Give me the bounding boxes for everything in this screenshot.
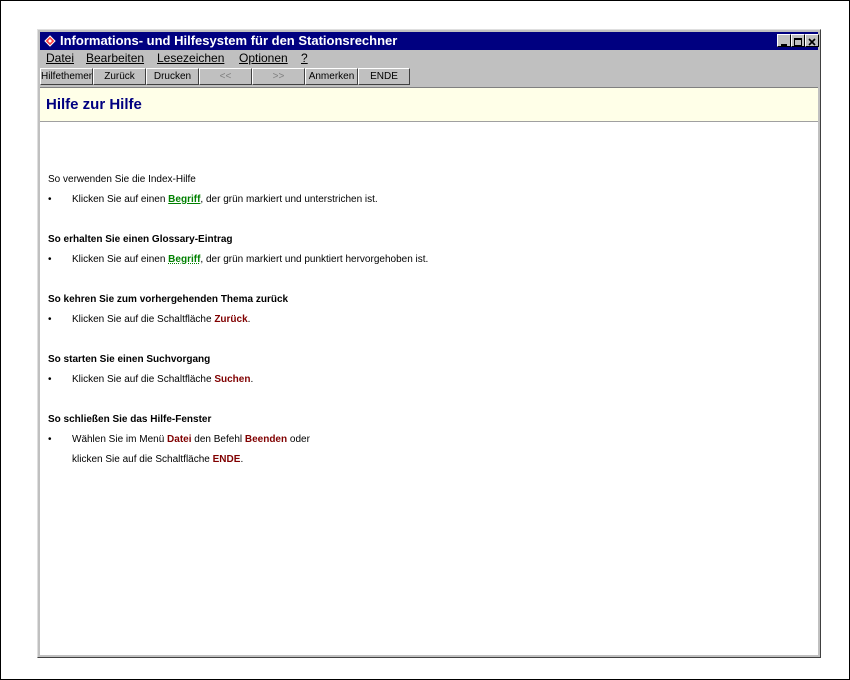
maximize-icon — [794, 38, 802, 46]
instruction-line: Klicken Sie auf die Schaltfläche Zurück. — [72, 314, 250, 325]
text: Klicken Sie auf einen — [72, 194, 169, 205]
keyword: Zurück — [214, 314, 248, 325]
text: . — [240, 454, 244, 465]
minimize-icon — [781, 44, 787, 46]
menu-help-label: ? — [301, 51, 308, 65]
text: Klicken Sie auf die Schaltfläche — [72, 314, 215, 325]
section-title-close: So schließen Sie das Hilfe-Fenster — [48, 414, 212, 425]
text: Klicken Sie auf einen — [72, 254, 169, 265]
annotate-button[interactable]: Anmerken — [305, 68, 358, 85]
menu-optionen-label: Optionen — [239, 51, 288, 65]
text: , der grün markiert und punktiert hervor… — [200, 254, 429, 265]
exit-button[interactable]: ENDE — [358, 68, 410, 85]
instruction-line: Klicken Sie auf einen Begriff, der grün … — [72, 194, 378, 205]
keyword: Beenden — [244, 434, 288, 445]
section-title-glossary: So erhalten Sie einen Glossary-Eintrag — [48, 234, 233, 245]
text: Klicken Sie auf die Schaltfläche — [72, 374, 215, 385]
keyword: Suchen — [214, 374, 251, 385]
print-button[interactable]: Drucken — [146, 68, 199, 85]
help-app-icon — [44, 35, 56, 47]
section-title-search: So starten Sie einen Suchvorgang — [48, 354, 211, 365]
title-bar[interactable]: Informations- und Hilfesystem für den St… — [40, 32, 819, 50]
next-button[interactable]: >> — [252, 68, 305, 85]
text: klicken Sie auf die Schaltfläche — [72, 454, 213, 465]
text: . — [247, 314, 251, 325]
text: Wählen Sie im Menü — [72, 434, 168, 445]
menu-bar: Datei Bearbeiten Lesezeichen Optionen ? — [40, 50, 818, 67]
glossary-term-link[interactable]: Begriff — [168, 254, 200, 265]
bullet: • — [48, 254, 52, 265]
menu-lesezeichen-label: Lesezeichen — [157, 51, 225, 65]
topic-header: Hilfe zur Hilfe — [40, 88, 818, 122]
page-title: Hilfe zur Hilfe — [46, 96, 142, 113]
back-button[interactable]: Zurück — [93, 68, 146, 85]
section-title-back: So kehren Sie zum vorhergehenden Thema z… — [48, 294, 289, 305]
help-topics-button[interactable]: Hilfethemen — [40, 68, 93, 85]
instruction-line: Klicken Sie auf einen Begriff, der grün … — [72, 254, 428, 265]
help-window: Informations- und Hilfesystem für den St… — [37, 29, 821, 658]
help-content[interactable]: Hilfe zur Hilfe So verwenden Sie die Ind… — [40, 87, 818, 655]
text: . — [250, 374, 254, 385]
window-title: Informations- und Hilfesystem für den St… — [60, 33, 398, 48]
menu-optionen[interactable]: Optionen — [239, 51, 288, 66]
text: den Befehl — [191, 434, 245, 445]
instruction-line: Klicken Sie auf die Schaltfläche Suchen. — [72, 374, 253, 385]
menu-datei-label: Datei — [46, 51, 75, 65]
text: oder — [287, 434, 310, 445]
instruction-line: Wählen Sie im Menü Datei den Befehl Been… — [72, 434, 310, 445]
maximize-button[interactable] — [791, 34, 805, 47]
button-bar: Hilfethemen Zurück Drucken << >> Anmerke… — [40, 68, 818, 86]
minimize-button[interactable] — [777, 34, 791, 47]
bullet: • — [48, 374, 52, 385]
keyword: Datei — [167, 434, 192, 445]
term-link[interactable]: Begriff — [168, 194, 200, 205]
close-button[interactable] — [805, 34, 819, 47]
instruction-line: klicken Sie auf die Schaltfläche ENDE. — [72, 454, 243, 465]
menu-lesezeichen[interactable]: Lesezeichen — [157, 51, 224, 66]
bullet: • — [48, 434, 52, 445]
text: , der grün markiert und unterstrichen is… — [200, 194, 378, 205]
section-title-index: So verwenden Sie die Index-Hilfe — [48, 174, 196, 185]
menu-help[interactable]: ? — [301, 51, 308, 66]
close-icon — [808, 38, 816, 46]
menu-bearbeiten[interactable]: Bearbeiten — [86, 51, 144, 66]
bullet: • — [48, 194, 52, 205]
previous-button[interactable]: << — [199, 68, 252, 85]
bullet: • — [48, 314, 52, 325]
menu-bearbeiten-label: Bearbeiten — [86, 51, 145, 65]
keyword: ENDE — [212, 454, 241, 465]
menu-datei[interactable]: Datei — [46, 51, 74, 66]
